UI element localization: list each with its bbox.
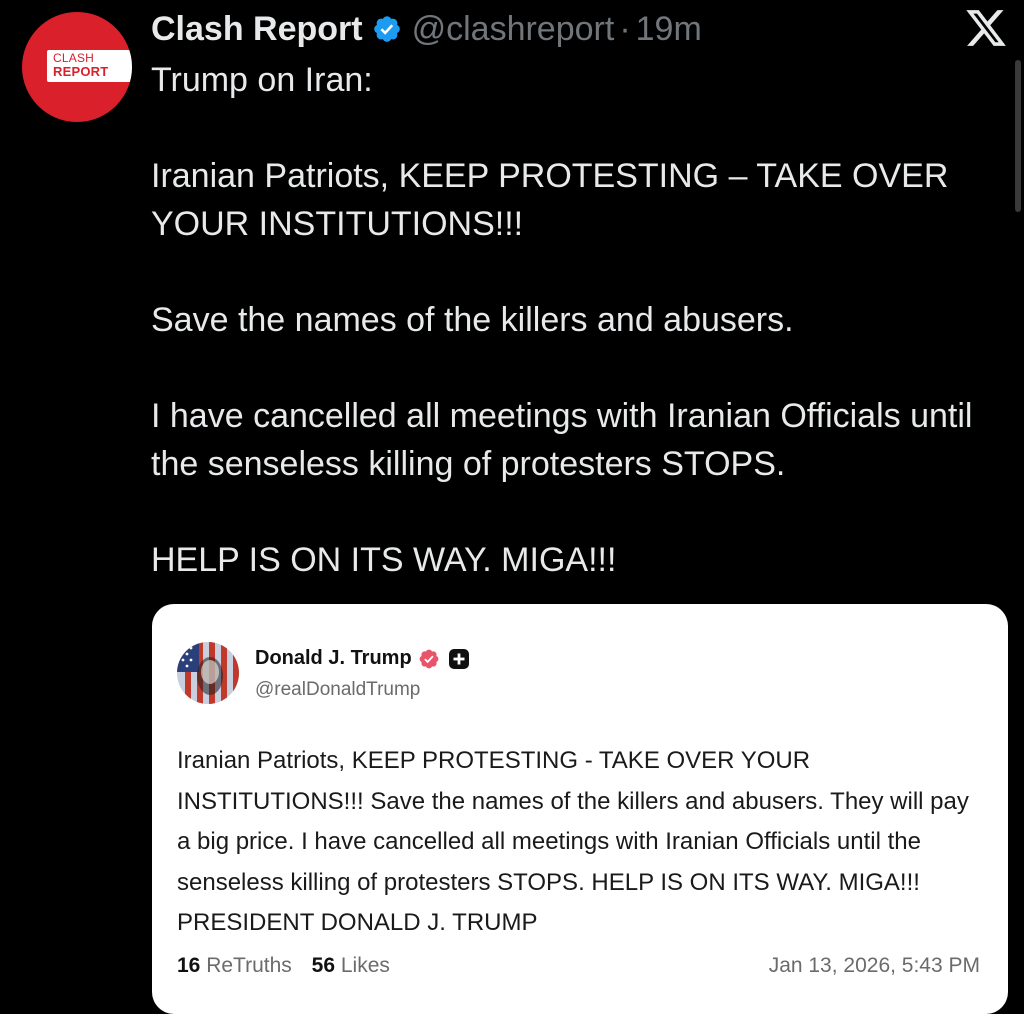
quoted-author-name[interactable]: Donald J. Trump [255, 647, 412, 670]
logo-line-2: REPORT [53, 64, 109, 79]
x-logo-icon[interactable] [964, 6, 1008, 50]
quoted-author-avatar[interactable] [177, 642, 239, 704]
quoted-name-row: Donald J. Trump [255, 647, 469, 670]
tweet-text: Trump on Iran: Iranian Patriots, KEEP PR… [151, 56, 1001, 584]
clash-report-logo: CLASH REPORT [47, 50, 132, 82]
quoted-post-card[interactable]: Donald J. Trump @realDonaldTrump Iranian… [152, 604, 1008, 1014]
author-avatar[interactable]: CLASH REPORT [22, 12, 132, 122]
tweet-paragraph: Iranian Patriots, KEEP PROTESTING – TAKE… [151, 157, 949, 243]
quoted-post-footer: 16 ReTruths 56 Likes Jan 13, 2026, 5:43 … [177, 954, 980, 978]
likes-count[interactable]: 56 [312, 954, 335, 977]
tweet-paragraph: HELP IS ON ITS WAY. MIGA!!! [151, 541, 617, 579]
retruths-label: ReTruths [206, 954, 292, 977]
header-separator: · [619, 9, 631, 48]
verified-badge-icon [419, 649, 439, 668]
quoted-post-text: Iranian Patriots, KEEP PROTESTING - TAKE… [177, 747, 969, 936]
author-handle[interactable]: @clashreport [412, 10, 615, 49]
plus-badge-icon [448, 648, 469, 669]
tweet-paragraph: I have cancelled all meetings with Irani… [151, 397, 973, 483]
quoted-author-handle[interactable]: @realDonaldTrump [255, 679, 420, 701]
likes-label: Likes [340, 954, 390, 977]
author-display-name[interactable]: Clash Report [151, 10, 363, 49]
tweet-timestamp[interactable]: 19m [636, 10, 702, 49]
flag-portrait-icon [177, 642, 239, 704]
tweet-header: Clash Report @clashreport · 19m [151, 4, 702, 54]
tweet-paragraph: Save the names of the killers and abuser… [151, 301, 794, 339]
quoted-post-timestamp: Jan 13, 2026, 5:43 PM [768, 954, 980, 977]
scrollbar[interactable] [1015, 60, 1021, 212]
logo-line-1: CLASH [53, 51, 95, 65]
retruths-count[interactable]: 16 [177, 954, 200, 977]
verified-badge-icon [373, 16, 400, 42]
quoted-post-stats: 16 ReTruths 56 Likes [177, 954, 390, 978]
tweet-paragraph: Trump on Iran: [151, 61, 373, 99]
